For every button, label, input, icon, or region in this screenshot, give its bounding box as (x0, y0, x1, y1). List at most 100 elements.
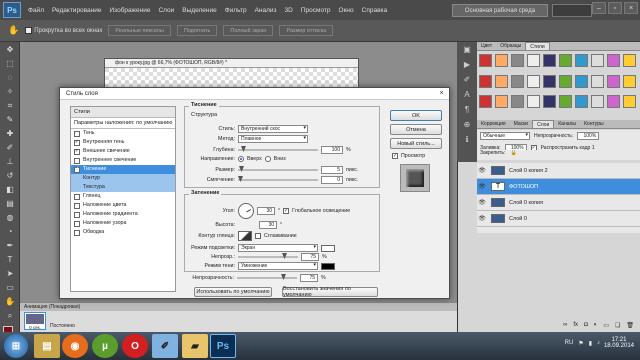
style-swatch[interactable] (479, 74, 492, 88)
paint-icon[interactable]: ✐ (152, 334, 178, 358)
document-window[interactable]: фон к уроку.jpg @ 66,7% (ФОТОШОП, RGB/8#… (104, 58, 359, 88)
shadow-opacity-input[interactable]: 75 (300, 274, 318, 282)
style-swatch[interactable] (575, 74, 588, 88)
healing-tool-icon[interactable]: ✚ (3, 128, 17, 140)
cancel-button[interactable]: Отмена (390, 124, 442, 135)
shadow-mode-select[interactable]: Умножение (238, 262, 318, 270)
style-swatch[interactable] (607, 74, 620, 88)
hand-tool-icon[interactable]: ✋ (8, 25, 19, 36)
style-swatch[interactable] (543, 54, 556, 67)
zoom-tool-icon[interactable]: ⌕ (3, 310, 17, 322)
clock[interactable]: 17:21 18.09.2014 (604, 337, 634, 349)
photoshop-logo[interactable]: Ps (3, 2, 21, 18)
angle-input[interactable]: 30 (257, 207, 275, 215)
menu-window[interactable]: Окно (335, 7, 358, 14)
visibility-eye-icon[interactable]: 👁 (477, 183, 487, 190)
tab-swatches[interactable]: Образцы (496, 42, 525, 50)
layer-row[interactable]: 👁 Слой 0 копия 2 (477, 163, 640, 179)
preview-checkbox[interactable]: ✓ (392, 153, 398, 159)
menu-3d[interactable]: 3D (281, 7, 297, 14)
shadow-color-swatch[interactable] (321, 262, 335, 270)
style-list-item[interactable]: Глянец (71, 192, 175, 201)
style-list-item[interactable]: Наложение узора (71, 219, 175, 228)
style-list-item[interactable]: Текстура (71, 183, 175, 192)
style-swatch[interactable] (623, 95, 636, 109)
character-panel-icon[interactable]: A (460, 90, 474, 102)
style-swatch[interactable] (543, 74, 556, 88)
altitude-input[interactable]: 30 (259, 221, 277, 229)
style-swatch[interactable] (559, 54, 572, 67)
adjustment-layer-icon[interactable]: ◐ (594, 322, 598, 332)
menu-filter[interactable]: Фильтр (221, 7, 251, 14)
menu-image[interactable]: Изображение (106, 7, 155, 14)
new-group-icon[interactable]: ▭ (603, 322, 609, 332)
tab-color[interactable]: Цвет (477, 42, 496, 50)
maximize-icon[interactable]: ▫ (608, 2, 622, 14)
style-list-item[interactable]: Наложение цвета (71, 201, 175, 210)
style-swatch[interactable] (479, 95, 492, 109)
document-title[interactable]: фон к уроку.jpg @ 66,7% (ФОТОШОП, RGB/8#… (105, 59, 358, 68)
menu-file[interactable]: Файл (24, 7, 48, 14)
size-knob[interactable] (239, 166, 244, 172)
style-swatch[interactable] (591, 95, 604, 109)
menu-view[interactable]: Просмотр (297, 7, 335, 14)
visibility-eye-icon[interactable]: 👁 (477, 215, 487, 222)
blending-options-item[interactable]: Параметры наложения: по умолчанию (71, 118, 175, 129)
style-checkbox[interactable] (74, 157, 80, 164)
animation-frame[interactable]: 0 сек. (24, 312, 46, 330)
size-slider[interactable] (238, 166, 318, 172)
explorer-icon[interactable]: ▤ (34, 334, 60, 358)
fit-screen-button[interactable]: Подогнать (176, 25, 218, 36)
folder-icon[interactable]: ▰ (182, 334, 208, 358)
depth-knob[interactable] (241, 146, 246, 152)
soften-knob[interactable] (238, 176, 243, 182)
opacity-input[interactable]: 100% (577, 132, 600, 140)
style-list-item[interactable]: ✓ Внутренняя тень (71, 138, 175, 147)
tab-styles[interactable]: Стили (525, 42, 550, 50)
style-swatch[interactable] (607, 54, 620, 67)
navigator-panel-icon[interactable]: ⊕ (460, 120, 474, 132)
layer-name[interactable]: Слой 0 копия (509, 200, 543, 206)
language-indicator[interactable]: RU (565, 340, 574, 347)
blur-tool-icon[interactable]: ◍ (3, 212, 17, 224)
style-swatch[interactable] (511, 74, 524, 88)
magic-wand-icon[interactable]: ✧ (3, 86, 17, 98)
type-tool-icon[interactable]: T (3, 254, 17, 266)
utorrent-icon[interactable]: µ (92, 334, 118, 358)
depth-input[interactable]: 100 (321, 146, 343, 154)
shadow-opacity-knob[interactable] (281, 274, 286, 280)
menu-select[interactable]: Выделение (178, 7, 220, 14)
brush-panel-icon[interactable]: ✐ (460, 75, 474, 87)
style-list-item[interactable]: Обводка (71, 228, 175, 237)
style-swatch[interactable] (559, 95, 572, 109)
style-swatch[interactable] (575, 54, 588, 67)
soften-input[interactable]: 0 (321, 176, 343, 184)
workspace-button[interactable]: Основная рабочая среда (452, 4, 548, 17)
direction-up-radio[interactable] (238, 156, 244, 162)
style-swatch[interactable] (575, 95, 588, 109)
actual-pixels-button[interactable]: Реальные пикселы (108, 25, 171, 36)
close-icon[interactable]: × (624, 2, 638, 14)
loop-select[interactable]: Постоянно (50, 323, 75, 329)
style-list-item[interactable]: Внутреннее свечение (71, 156, 175, 165)
style-swatch[interactable] (623, 54, 636, 67)
shape-tool-icon[interactable]: ▭ (3, 282, 17, 294)
network-icon[interactable]: ▮ (589, 340, 592, 347)
link-layers-icon[interactable]: ∞ (563, 322, 567, 332)
style-checkbox[interactable]: ✓ (74, 139, 80, 146)
style-swatch[interactable] (495, 74, 508, 88)
style-swatch[interactable] (495, 95, 508, 109)
style-list-item[interactable]: ✓ Внешнее свечение (71, 147, 175, 156)
brush-tool-icon[interactable]: ✐ (3, 142, 17, 154)
path-select-icon[interactable]: ➤ (3, 268, 17, 280)
scroll-all-checkbox[interactable]: Прокрутка во всех окнах (25, 26, 102, 34)
history-brush-icon[interactable]: ↺ (3, 170, 17, 182)
delete-layer-icon[interactable]: 🗑 (626, 322, 634, 332)
tab-adjustments[interactable]: Коррекция (477, 120, 510, 128)
tab-masks[interactable]: Маски (510, 120, 532, 128)
eyedropper-icon[interactable]: ✎ (3, 114, 17, 126)
angle-dial[interactable] (238, 203, 254, 219)
tab-channels[interactable]: Каналы (554, 120, 580, 128)
highlight-opacity-slider[interactable] (238, 253, 298, 259)
stamp-tool-icon[interactable]: ⊥ (3, 156, 17, 168)
